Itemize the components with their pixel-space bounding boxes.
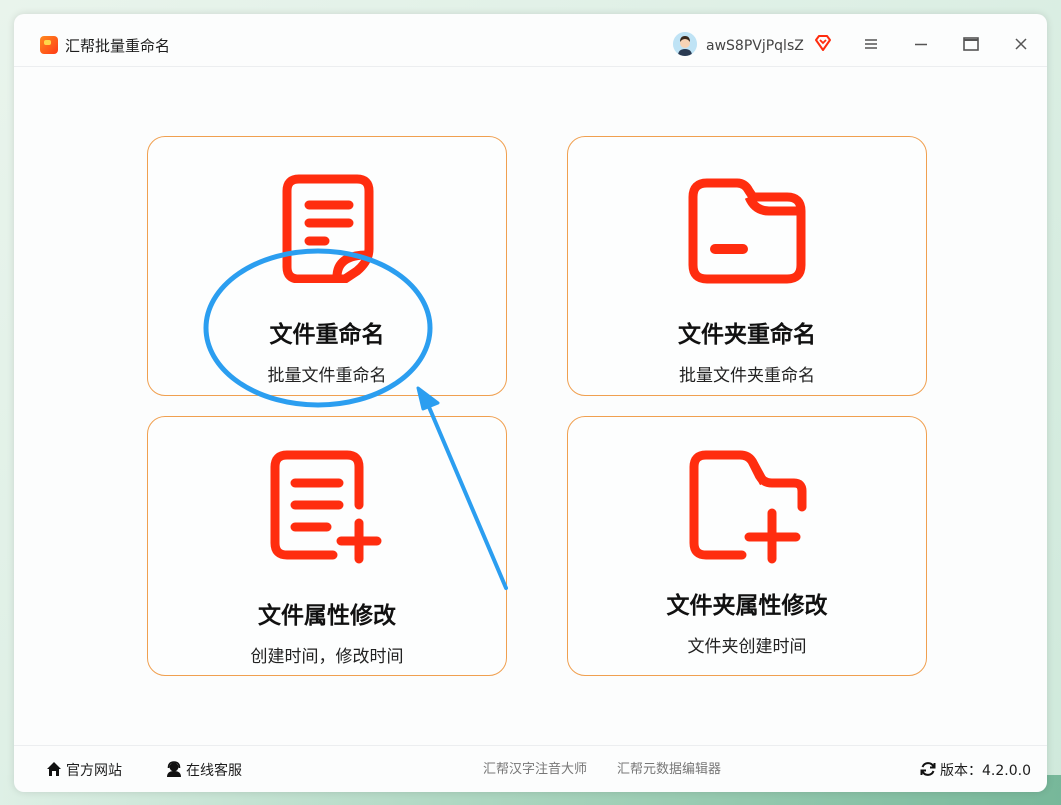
card-subtitle: 创建时间，修改时间 (250, 647, 404, 667)
card-subtitle: 批量文件夹重命名 (679, 366, 815, 386)
card-title: 文件夹属性修改 (666, 593, 828, 619)
card-title: 文件属性修改 (258, 603, 396, 629)
folder-icon (688, 178, 806, 284)
footer-bar: 官方网站 在线客服 汇帮汉字注音大师 汇帮元数据编辑器 版本：4.2.0.0 (14, 745, 1047, 792)
username[interactable]: awS8PVjPqlsZ (706, 36, 804, 56)
app-logo-icon (40, 36, 58, 54)
document-icon (282, 174, 374, 283)
card-title: 文件重命名 (269, 322, 385, 348)
customer-service-icon (167, 761, 181, 777)
version-info[interactable]: 版本：4.2.0.0 (919, 760, 1031, 781)
file-rename-card[interactable]: 文件重命名 批量文件重命名 (147, 136, 507, 396)
folder-rename-card[interactable]: 文件夹重命名 批量文件夹重命名 (567, 136, 927, 396)
maximize-icon[interactable] (959, 32, 983, 56)
user-avatar[interactable] (673, 32, 697, 56)
vip-diamond-icon[interactable] (814, 34, 832, 52)
card-title: 文件夹重命名 (678, 322, 816, 348)
file-attribute-card[interactable]: 文件属性修改 创建时间，修改时间 (147, 416, 507, 676)
card-subtitle: 批量文件重命名 (267, 366, 387, 386)
metadata-editor-link[interactable]: 汇帮元数据编辑器 (617, 760, 721, 780)
menu-icon[interactable] (859, 32, 883, 56)
official-website-label: 官方网站 (66, 763, 122, 779)
home-icon (47, 762, 61, 776)
close-icon[interactable] (1009, 32, 1033, 56)
official-website-link[interactable]: 官方网站 (45, 760, 122, 781)
card-subtitle: 文件夹创建时间 (687, 637, 807, 657)
folder-plus-icon (689, 450, 807, 564)
online-support-link[interactable]: 在线客服 (165, 760, 242, 781)
app-title: 汇帮批量重命名 (65, 37, 171, 55)
refresh-icon (920, 762, 936, 776)
online-support-label: 在线客服 (186, 763, 242, 779)
pinyin-master-link[interactable]: 汇帮汉字注音大师 (483, 760, 587, 780)
minimize-icon[interactable] (909, 32, 933, 56)
document-plus-icon (270, 450, 382, 564)
version-label: 版本：4.2.0.0 (940, 763, 1031, 779)
title-bar: 汇帮批量重命名 awS8PVjPqlsZ (14, 14, 1047, 67)
app-window: 汇帮批量重命名 awS8PVjPqlsZ 文件重命名 批量文件重命名 文件夹重命… (14, 14, 1047, 792)
folder-attribute-card[interactable]: 文件夹属性修改 文件夹创建时间 (567, 416, 927, 676)
